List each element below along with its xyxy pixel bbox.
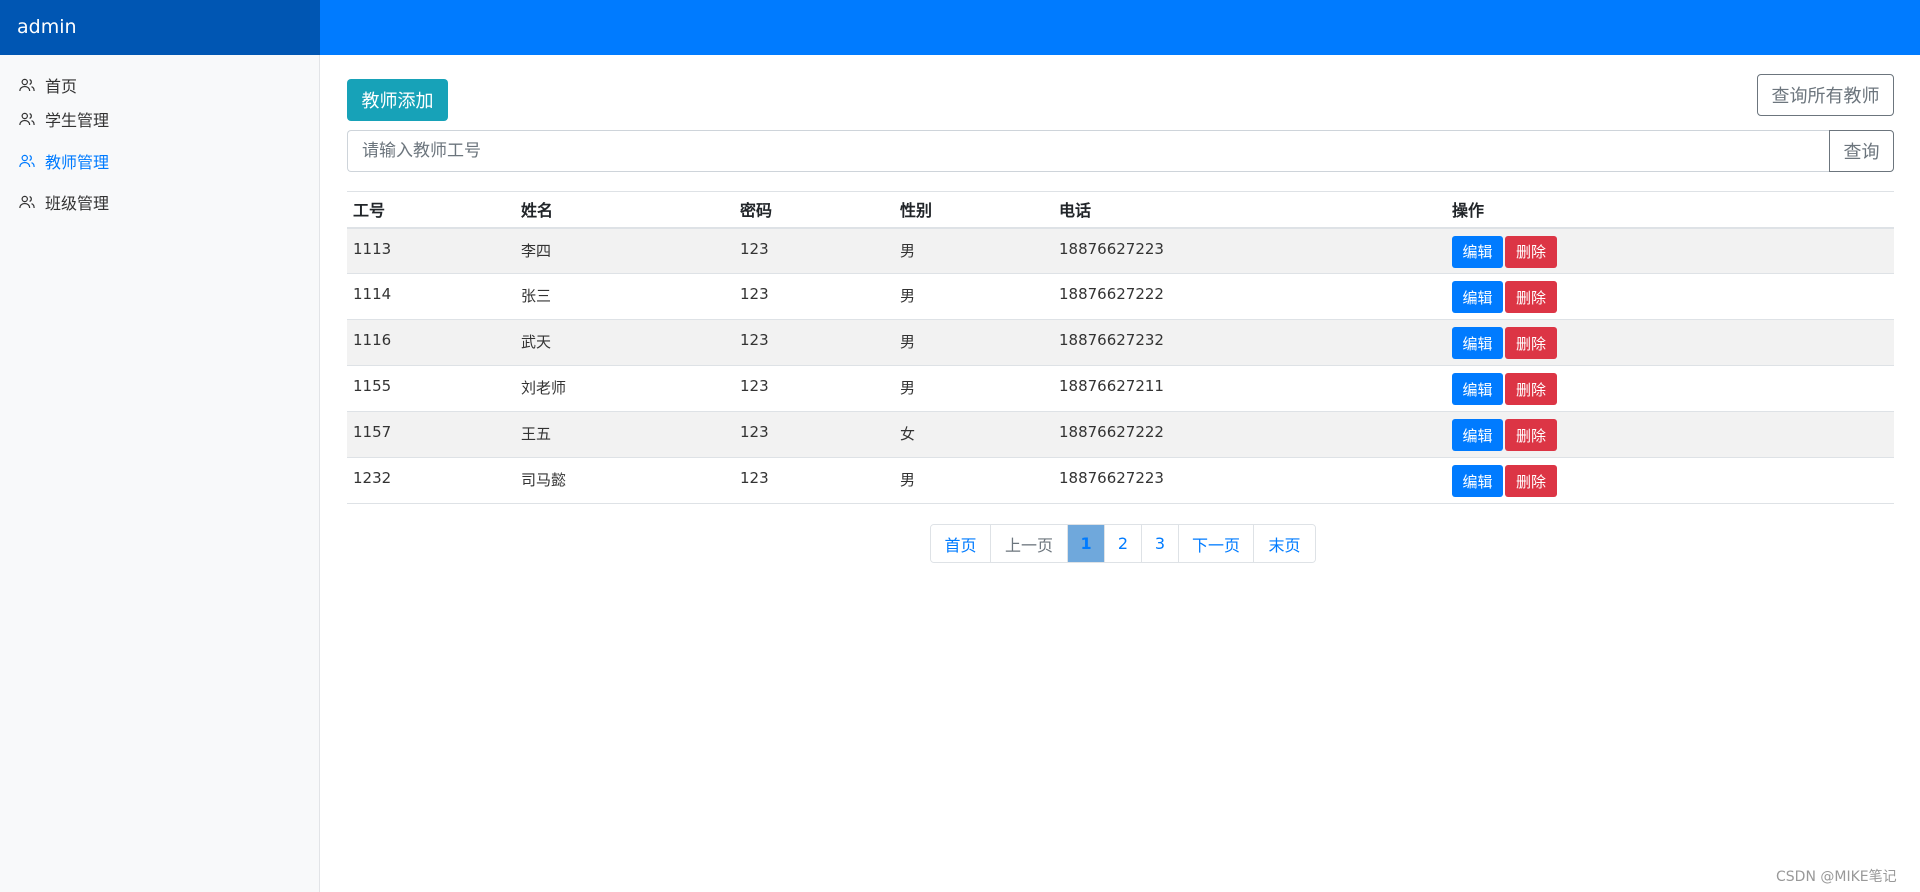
cell-password: 123 [734, 319, 894, 366]
sidebar-item-teachers[interactable]: 教师管理 [0, 141, 319, 181]
sidebar-item-label: 教师管理 [45, 153, 110, 172]
add-teacher-button[interactable]: 教师添加 [347, 79, 448, 121]
table-row: 1114 张三 123 男 18876627222 编辑 删除 [347, 273, 1894, 320]
brand-title: admin [0, 0, 320, 55]
cell-name: 张三 [515, 273, 734, 320]
sidebar-item-students[interactable]: 学生管理 [0, 99, 319, 139]
cell-password: 123 [734, 227, 894, 274]
cell-name: 武天 [515, 319, 734, 366]
column-header-phone: 电话 [1053, 191, 1446, 229]
pagination: 首页 上一页 1 2 3 下一页 末页 [930, 524, 1316, 563]
table-row: 1232 司马懿 123 男 18876627223 编辑 删除 [347, 457, 1894, 504]
query-all-teachers-button[interactable]: 查询所有教师 [1757, 74, 1894, 116]
delete-button[interactable]: 删除 [1505, 327, 1557, 359]
users-icon [18, 193, 36, 211]
cell-actions: 编辑 删除 [1446, 365, 1894, 412]
cell-name: 司马懿 [515, 457, 734, 504]
cell-gender: 男 [894, 227, 1053, 274]
cell-actions: 编辑 删除 [1446, 411, 1894, 458]
table-row: 1113 李四 123 男 18876627223 编辑 删除 [347, 227, 1894, 274]
edit-button[interactable]: 编辑 [1452, 235, 1503, 268]
sidebar: 首页 学生管理 教师管理 班级管理 [0, 55, 320, 892]
delete-button[interactable]: 删除 [1505, 235, 1557, 268]
edit-button[interactable]: 编辑 [1452, 419, 1503, 451]
delete-button[interactable]: 删除 [1505, 373, 1557, 405]
cell-phone: 18876627222 [1053, 411, 1446, 458]
page-number-link[interactable]: 2 [1105, 525, 1142, 562]
page-last-link[interactable]: 末页 [1254, 525, 1315, 562]
cell-phone: 18876627222 [1053, 273, 1446, 320]
table-row: 1157 王五 123 女 18876627222 编辑 删除 [347, 411, 1894, 458]
cell-phone: 18876627232 [1053, 319, 1446, 366]
cell-gender: 男 [894, 319, 1053, 366]
cell-gender: 男 [894, 457, 1053, 504]
cell-name: 李四 [515, 227, 734, 274]
page-number-link[interactable]: 1 [1068, 525, 1105, 562]
delete-button[interactable]: 删除 [1505, 281, 1557, 313]
cell-phone: 18876627223 [1053, 227, 1446, 274]
cell-phone: 18876627211 [1053, 365, 1446, 412]
cell-name: 刘老师 [515, 365, 734, 412]
teacher-table: 工号 姓名 密码 性别 电话 操作 1113 李四 123 男 18876627… [347, 191, 1894, 504]
cell-gender: 男 [894, 273, 1053, 320]
sidebar-item-label: 首页 [45, 77, 78, 96]
delete-button[interactable]: 删除 [1505, 465, 1557, 497]
column-header-password: 密码 [734, 191, 894, 229]
cell-password: 123 [734, 457, 894, 504]
table-header-row: 工号 姓名 密码 性别 电话 操作 [347, 191, 1894, 229]
search-button[interactable]: 查询 [1829, 130, 1894, 172]
page-first-link[interactable]: 首页 [931, 525, 991, 562]
sidebar-item-classes[interactable]: 班级管理 [0, 182, 319, 222]
cell-id: 1113 [347, 227, 515, 274]
watermark-text: CSDN @MIKE笔记 [1776, 869, 1897, 885]
cell-password: 123 [734, 273, 894, 320]
cell-password: 123 [734, 365, 894, 412]
cell-name: 王五 [515, 411, 734, 458]
delete-button[interactable]: 删除 [1505, 419, 1557, 451]
page-prev-link[interactable]: 上一页 [991, 525, 1068, 562]
column-header-name: 姓名 [515, 191, 734, 229]
edit-button[interactable]: 编辑 [1452, 373, 1503, 405]
cell-id: 1114 [347, 273, 515, 320]
teacher-id-search-input[interactable] [347, 130, 1829, 172]
cell-actions: 编辑 删除 [1446, 457, 1894, 504]
cell-actions: 编辑 删除 [1446, 227, 1894, 274]
table-row: 1116 武天 123 男 18876627232 编辑 删除 [347, 319, 1894, 366]
cell-id: 1155 [347, 365, 515, 412]
edit-button[interactable]: 编辑 [1452, 327, 1503, 359]
sidebar-item-label: 班级管理 [45, 194, 110, 213]
cell-gender: 男 [894, 365, 1053, 412]
cell-password: 123 [734, 411, 894, 458]
top-bar: admin [0, 0, 1920, 55]
cell-id: 1157 [347, 411, 515, 458]
column-header-id: 工号 [347, 191, 515, 229]
users-icon [18, 76, 36, 94]
page-next-link[interactable]: 下一页 [1179, 525, 1254, 562]
cell-id: 1232 [347, 457, 515, 504]
users-icon [18, 152, 36, 170]
cell-actions: 编辑 删除 [1446, 273, 1894, 320]
sidebar-item-label: 学生管理 [45, 111, 110, 130]
edit-button[interactable]: 编辑 [1452, 465, 1503, 497]
column-header-actions: 操作 [1446, 191, 1894, 229]
cell-id: 1116 [347, 319, 515, 366]
page-number-link[interactable]: 3 [1142, 525, 1179, 562]
edit-button[interactable]: 编辑 [1452, 281, 1503, 313]
cell-actions: 编辑 删除 [1446, 319, 1894, 366]
users-icon [18, 110, 36, 128]
table-row: 1155 刘老师 123 男 18876627211 编辑 删除 [347, 365, 1894, 412]
column-header-gender: 性别 [894, 191, 1053, 229]
cell-gender: 女 [894, 411, 1053, 458]
cell-phone: 18876627223 [1053, 457, 1446, 504]
